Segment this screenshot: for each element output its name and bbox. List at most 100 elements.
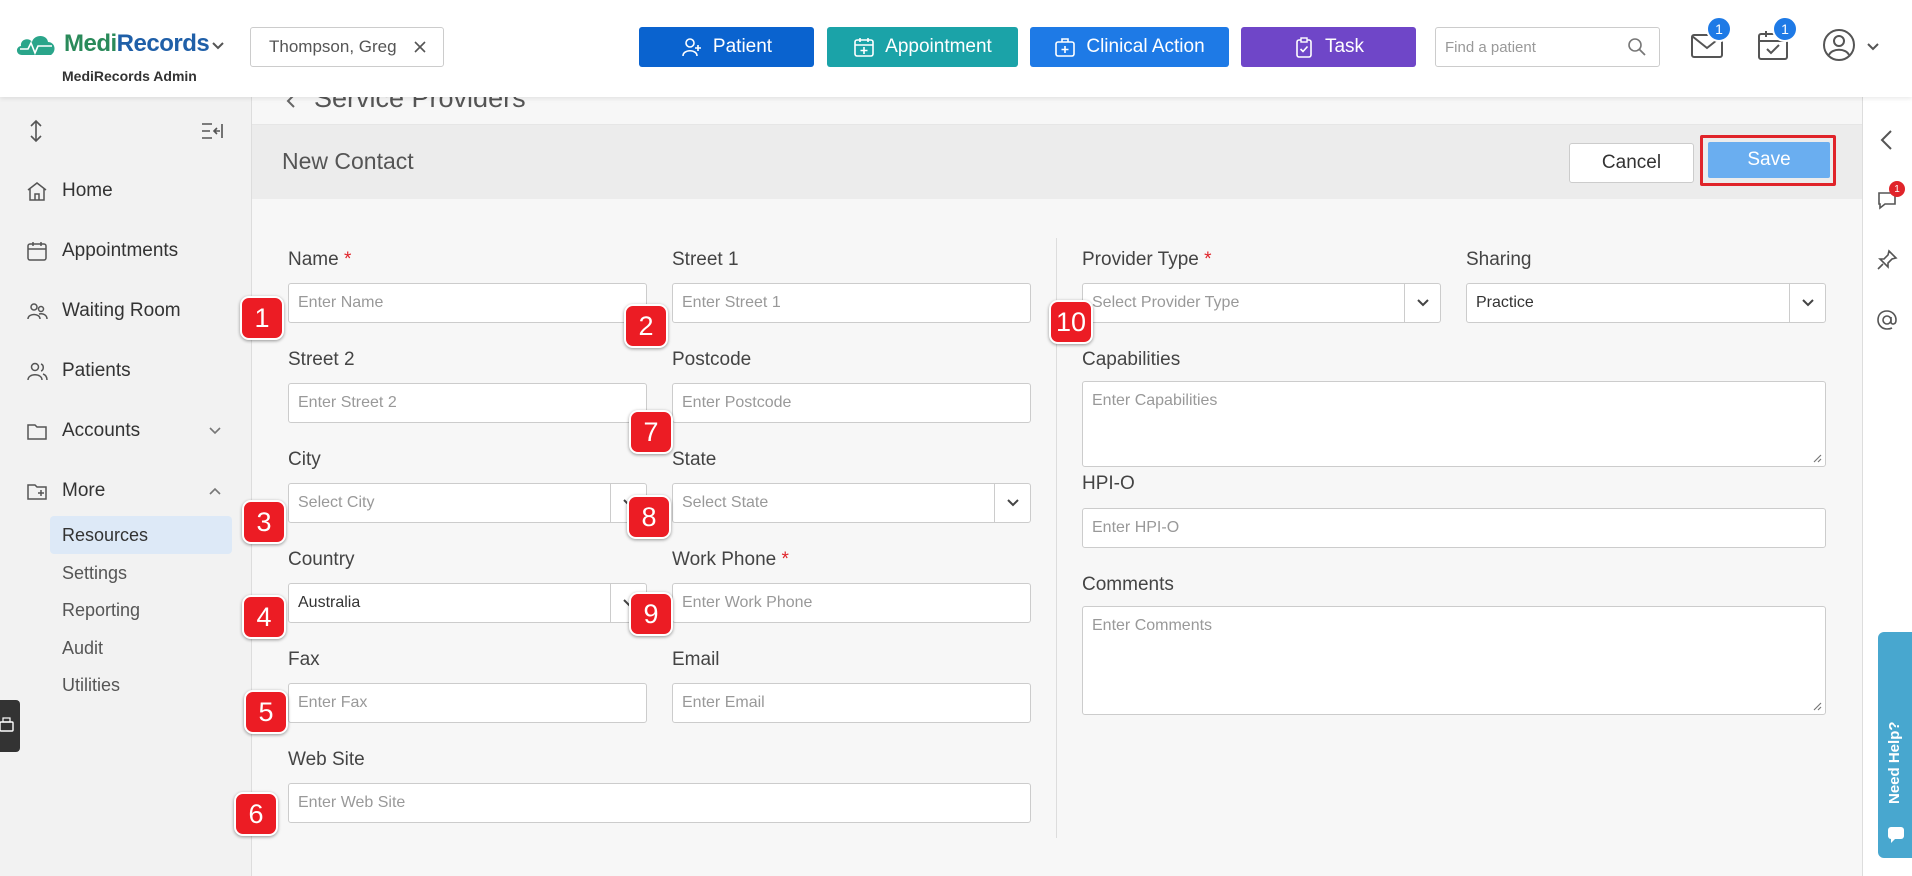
resize-vertical-icon[interactable] xyxy=(28,119,44,143)
account-subtitle: MediRecords Admin xyxy=(62,68,197,84)
sidebar-item-patients[interactable]: Patients xyxy=(26,351,131,391)
provider-type-select[interactable]: Select Provider Type xyxy=(1082,283,1441,323)
chevron-down-icon[interactable] xyxy=(1866,40,1880,54)
search-icon[interactable] xyxy=(1627,37,1647,57)
save-button[interactable]: Save xyxy=(1708,142,1830,178)
city-label: City xyxy=(288,449,321,470)
sidebar-subitem-resources[interactable]: Resources xyxy=(50,516,232,554)
top-bar: MediRecords MediRecords Admin Thompson, … xyxy=(0,0,1912,97)
resize-grip-icon[interactable] xyxy=(1812,453,1822,463)
close-icon[interactable] xyxy=(411,38,429,56)
country-select[interactable]: Australia xyxy=(288,583,647,623)
patient-search-input[interactable]: Find a patient xyxy=(1435,27,1660,67)
state-dropdown-toggle[interactable] xyxy=(994,484,1030,522)
step-marker-2: 2 xyxy=(624,304,668,348)
users-icon xyxy=(27,362,48,381)
fax-input[interactable]: Enter Fax xyxy=(288,683,647,723)
sidebar-item-accounts[interactable]: Accounts xyxy=(26,411,140,451)
chevron-left-icon[interactable] xyxy=(284,97,298,109)
email-input[interactable]: Enter Email xyxy=(672,683,1031,723)
step-marker-10: 10 xyxy=(1049,300,1093,344)
folder-icon xyxy=(27,424,47,440)
chevron-down-icon[interactable] xyxy=(208,424,222,438)
sidebar-subitem-audit[interactable]: Audit xyxy=(50,629,232,667)
new-patient-button[interactable]: Patient xyxy=(639,27,814,67)
sidebar-subitem-utilities[interactable]: Utilities xyxy=(50,666,232,704)
step-marker-6: 6 xyxy=(234,792,278,836)
brand-name: MediRecords xyxy=(64,30,210,57)
sidebar-subitem-settings[interactable]: Settings xyxy=(50,554,232,592)
comments-textarea[interactable]: Enter Comments xyxy=(1082,606,1826,715)
chevron-down-icon xyxy=(1006,499,1019,507)
need-help-tab[interactable]: Need Help? xyxy=(1878,632,1912,858)
cancel-button[interactable]: Cancel xyxy=(1569,143,1694,183)
sidebar-item-more[interactable]: More xyxy=(26,471,105,511)
chevron-down-icon xyxy=(1801,299,1814,307)
clipboard-check-icon xyxy=(1296,37,1312,58)
folder-plus-icon xyxy=(27,484,47,500)
provider-type-dropdown-toggle[interactable] xyxy=(1404,284,1440,322)
current-patient-chip[interactable]: Thompson, Greg xyxy=(250,27,444,67)
name-input[interactable]: Enter Name xyxy=(288,283,647,323)
user-menu-button[interactable] xyxy=(1822,28,1856,67)
collapse-sidebar-icon[interactable] xyxy=(200,121,224,141)
sidebar-item-appointments[interactable]: Appointments xyxy=(26,231,178,271)
sidebar-item-home[interactable]: Home xyxy=(26,171,113,211)
app-logo[interactable]: MediRecords xyxy=(14,30,210,58)
side-drawer-tab[interactable] xyxy=(0,700,20,752)
name-label: Name * xyxy=(288,249,352,270)
provider-type-label: Provider Type * xyxy=(1082,249,1212,270)
street1-input[interactable]: Enter Street 1 xyxy=(672,283,1031,323)
capabilities-textarea[interactable]: Enter Capabilities xyxy=(1082,381,1826,467)
fax-label: Fax xyxy=(288,649,320,670)
sidebar-subitem-reporting[interactable]: Reporting xyxy=(50,591,232,629)
chevron-left-icon[interactable] xyxy=(1876,129,1898,151)
chevron-down-icon[interactable] xyxy=(210,38,226,54)
new-appointment-button[interactable]: Appointment xyxy=(827,27,1018,67)
step-marker-7: 7 xyxy=(629,410,673,454)
add-user-icon xyxy=(682,38,701,57)
website-input[interactable]: Enter Web Site xyxy=(288,783,1031,823)
step-marker-8: 8 xyxy=(627,495,671,539)
sidebar-item-waiting-room[interactable]: Waiting Room xyxy=(26,291,181,331)
step-marker-9: 9 xyxy=(629,592,673,636)
calendar-badge: 1 xyxy=(1772,16,1798,42)
email-label: Email xyxy=(672,649,720,670)
people-icon xyxy=(27,303,48,320)
calendar-icon xyxy=(27,242,47,261)
mention-icon[interactable] xyxy=(1876,309,1898,331)
printer-icon xyxy=(0,717,14,732)
country-label: Country xyxy=(288,549,355,570)
sharing-select[interactable]: Practice xyxy=(1466,283,1826,323)
search-placeholder: Find a patient xyxy=(1445,38,1536,56)
chevron-up-icon[interactable] xyxy=(208,484,222,498)
clinical-action-button[interactable]: Clinical Action xyxy=(1030,27,1229,67)
pin-icon[interactable] xyxy=(1876,249,1898,271)
new-task-button[interactable]: Task xyxy=(1241,27,1416,67)
chat-button[interactable]: 1 xyxy=(1876,181,1905,216)
step-marker-1: 1 xyxy=(240,296,284,340)
breadcrumb: Service Providers xyxy=(252,97,1862,125)
postcode-input[interactable]: Enter Postcode xyxy=(672,383,1031,423)
sidebar: Home Appointments Waiting Room Patients … xyxy=(0,97,252,876)
hpio-input[interactable]: Enter HPI-O xyxy=(1082,508,1826,548)
sharing-dropdown-toggle[interactable] xyxy=(1789,284,1825,322)
calendar-tasks-button[interactable]: 1 xyxy=(1756,16,1798,67)
street2-label: Street 2 xyxy=(288,349,355,370)
breadcrumb-label[interactable]: Service Providers xyxy=(314,97,526,114)
state-select[interactable]: Select State xyxy=(672,483,1031,523)
messages-button[interactable]: 1 xyxy=(1690,16,1732,67)
step-marker-4: 4 xyxy=(242,595,286,639)
page-title: New Contact xyxy=(282,148,414,174)
cloud-logo-icon xyxy=(16,36,55,56)
street2-input[interactable]: Enter Street 2 xyxy=(288,383,647,423)
comments-label: Comments xyxy=(1082,574,1174,595)
chat-bubble-icon xyxy=(1888,827,1904,843)
sharing-label: Sharing xyxy=(1466,249,1532,270)
city-select[interactable]: Select City xyxy=(288,483,647,523)
work-phone-input[interactable]: Enter Work Phone xyxy=(672,583,1031,623)
resize-grip-icon[interactable] xyxy=(1812,701,1822,711)
user-circle-icon xyxy=(1823,29,1855,61)
medical-kit-icon xyxy=(1055,38,1076,57)
current-patient-name: Thompson, Greg xyxy=(269,37,397,56)
